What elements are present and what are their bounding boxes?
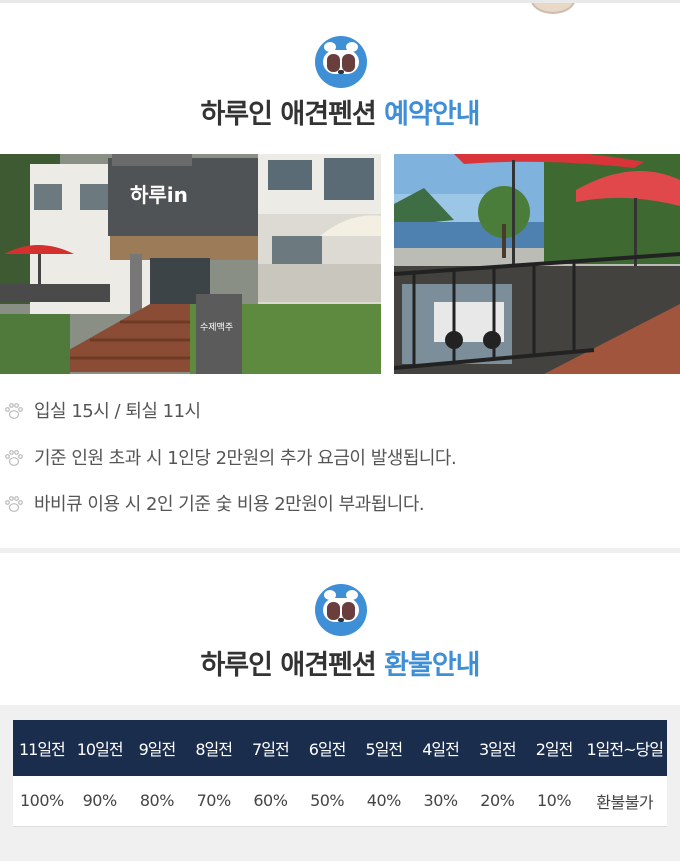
section-divider [0, 548, 680, 553]
refund-value-cell: 40% [355, 776, 413, 827]
title-accent: 예약안내 [384, 99, 480, 130]
refund-value-cell: 90% [70, 776, 129, 827]
refund-value-cell: 50% [298, 776, 356, 827]
notice-text: 입실 15시 / 퇴실 11시 [34, 401, 201, 422]
paw-icon [5, 450, 23, 466]
refund-header-cell: 6일전 [298, 720, 356, 776]
refund-value-cell: 70% [185, 776, 242, 827]
pension-exterior-photo: 하루in 수제맥주 [0, 154, 381, 374]
notice-item-checkin: 입실 15시 / 퇴실 11시 [0, 395, 680, 425]
refund-value-cell: 30% [412, 776, 469, 827]
refund-value-cell: 80% [128, 776, 186, 827]
refund-value-cell: 60% [242, 776, 299, 827]
notice-text: 기준 인원 초과 시 1인당 2만원의 추가 요금이 발생됩니다. [34, 448, 457, 469]
refund-header-cell: 3일전 [468, 720, 526, 776]
refund-value-cell: 10% [525, 776, 583, 827]
refund-header-cell: 8일전 [185, 720, 242, 776]
notice-item-bbq: 바비큐 이용 시 2인 기준 숯 비용 2만원이 부과됩니다. [0, 488, 680, 518]
refund-policy-table: 11일전 10일전 9일전 8일전 7일전 6일전 5일전 4일전 3일전 2일… [13, 720, 667, 827]
refund-value-cell: 환불불가 [582, 776, 667, 827]
top-divider [0, 0, 680, 3]
refund-value-cell: 100% [13, 776, 71, 827]
photo-sign-brand: 하루in [130, 183, 188, 207]
notice-item-extra-person: 기준 인원 초과 시 1인당 2만원의 추가 요금이 발생됩니다. [0, 442, 680, 472]
terrace-seaview-photo [394, 154, 680, 374]
reservation-section-title: 하루인 애견펜션 예약안내 [0, 92, 680, 131]
paw-icon [5, 496, 23, 512]
refund-header-cell: 10일전 [70, 720, 129, 776]
photo-sign-board: 수제맥주 [200, 322, 233, 333]
refund-header-row: 11일전 10일전 9일전 8일전 7일전 6일전 5일전 4일전 3일전 2일… [13, 720, 667, 776]
refund-header-cell: 5일전 [355, 720, 413, 776]
notice-text: 바비큐 이용 시 2인 기준 숯 비용 2만원이 부과됩니다. [34, 494, 425, 515]
refund-value-cell: 20% [468, 776, 526, 827]
title-main: 하루인 애견펜션 [200, 99, 376, 130]
dog-face-logo-icon [315, 36, 367, 88]
refund-section-title: 하루인 애견펜션 환불안내 [0, 643, 680, 682]
refund-value-row: 100% 90% 80% 70% 60% 50% 40% 30% 20% 10%… [13, 776, 667, 827]
refund-header-cell: 7일전 [242, 720, 299, 776]
refund-header-cell: 1일전~당일 [582, 720, 667, 776]
previous-section-bottom [0, 0, 680, 18]
refund-header-cell: 9일전 [128, 720, 186, 776]
title-main: 하루인 애견펜션 [200, 650, 376, 681]
paw-icon [5, 403, 23, 419]
dog-face-logo-icon [315, 584, 367, 636]
refund-header-cell: 4일전 [412, 720, 469, 776]
refund-header-cell: 11일전 [13, 720, 71, 776]
refund-header-cell: 2일전 [525, 720, 583, 776]
title-accent: 환불안내 [384, 650, 480, 681]
